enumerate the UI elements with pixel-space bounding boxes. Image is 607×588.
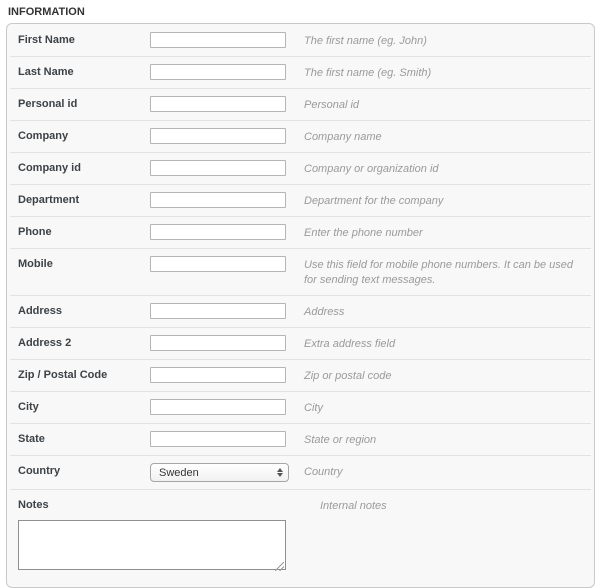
form-row-company-id: Company id Company or organization id bbox=[10, 152, 591, 184]
mobile-label: Mobile bbox=[18, 258, 53, 270]
personal-id-label: Personal id bbox=[18, 98, 78, 110]
notes-textarea[interactable] bbox=[18, 520, 286, 570]
country-select[interactable]: Sweden bbox=[150, 463, 289, 482]
last-name-label: Last Name bbox=[18, 66, 74, 78]
information-panel: First Name The first name (eg. John) Las… bbox=[6, 23, 595, 588]
last-name-help: The first name (eg. Smith) bbox=[304, 67, 432, 79]
form-row-company: Company Company name bbox=[10, 120, 591, 152]
company-help: Company name bbox=[304, 131, 382, 143]
personal-id-help: Personal id bbox=[304, 99, 360, 111]
address2-label: Address 2 bbox=[18, 337, 72, 349]
state-input[interactable] bbox=[150, 431, 286, 447]
city-help: City bbox=[304, 402, 323, 414]
mobile-help: Use this field for mobile phone numbers.… bbox=[304, 259, 574, 286]
phone-label: Phone bbox=[18, 226, 52, 238]
address2-help: Extra address field bbox=[304, 338, 396, 350]
form-row-zip: Zip / Postal Code Zip or postal code bbox=[10, 359, 591, 391]
state-label: State bbox=[18, 433, 45, 445]
country-select-value: Sweden bbox=[159, 466, 199, 479]
city-input[interactable] bbox=[150, 399, 286, 415]
form-row-state: State State or region bbox=[10, 423, 591, 455]
department-label: Department bbox=[18, 194, 80, 206]
updown-arrows-icon bbox=[277, 468, 283, 477]
form-row-city: City City bbox=[10, 391, 591, 423]
company-label: Company bbox=[18, 130, 69, 142]
first-name-label: First Name bbox=[18, 34, 75, 46]
address-label: Address bbox=[18, 305, 63, 317]
form-row-phone: Phone Enter the phone number bbox=[10, 216, 591, 248]
company-input[interactable] bbox=[150, 128, 286, 144]
address-help: Address bbox=[304, 306, 345, 318]
form-row-department: Department Department for the company bbox=[10, 184, 591, 216]
phone-help: Enter the phone number bbox=[304, 227, 423, 239]
country-help: Country bbox=[304, 466, 343, 478]
form-row-notes: Notes Internal notes bbox=[10, 489, 591, 586]
first-name-help: The first name (eg. John) bbox=[304, 35, 427, 47]
address2-input[interactable] bbox=[150, 335, 286, 351]
address-input[interactable] bbox=[150, 303, 286, 319]
resize-handle-icon[interactable] bbox=[275, 562, 284, 571]
form-row-first-name: First Name The first name (eg. John) bbox=[10, 25, 591, 56]
first-name-input[interactable] bbox=[150, 32, 286, 48]
phone-input[interactable] bbox=[150, 224, 286, 240]
country-label: Country bbox=[18, 465, 61, 477]
mobile-input[interactable] bbox=[150, 256, 286, 272]
zip-label: Zip / Postal Code bbox=[18, 369, 108, 381]
notes-label: Notes bbox=[18, 499, 49, 511]
company-id-help: Company or organization id bbox=[304, 163, 439, 175]
section-title: INFORMATION bbox=[8, 6, 85, 18]
last-name-input[interactable] bbox=[150, 64, 286, 80]
form-row-country: Country Sweden Country bbox=[10, 455, 591, 489]
zip-input[interactable] bbox=[150, 367, 286, 383]
department-input[interactable] bbox=[150, 192, 286, 208]
zip-help: Zip or postal code bbox=[304, 370, 392, 382]
personal-id-input[interactable] bbox=[150, 96, 286, 112]
state-help: State or region bbox=[304, 434, 377, 446]
form-row-last-name: Last Name The first name (eg. Smith) bbox=[10, 56, 591, 88]
form-row-mobile: Mobile Use this field for mobile phone n… bbox=[10, 248, 591, 295]
form-row-personal-id: Personal id Personal id bbox=[10, 88, 591, 120]
form-row-address2: Address 2 Extra address field bbox=[10, 327, 591, 359]
company-id-label: Company id bbox=[18, 162, 81, 174]
department-help: Department for the company bbox=[304, 195, 444, 207]
city-label: City bbox=[18, 401, 39, 413]
notes-help: Internal notes bbox=[320, 500, 387, 512]
company-id-input[interactable] bbox=[150, 160, 286, 176]
form-row-address: Address Address bbox=[10, 295, 591, 327]
